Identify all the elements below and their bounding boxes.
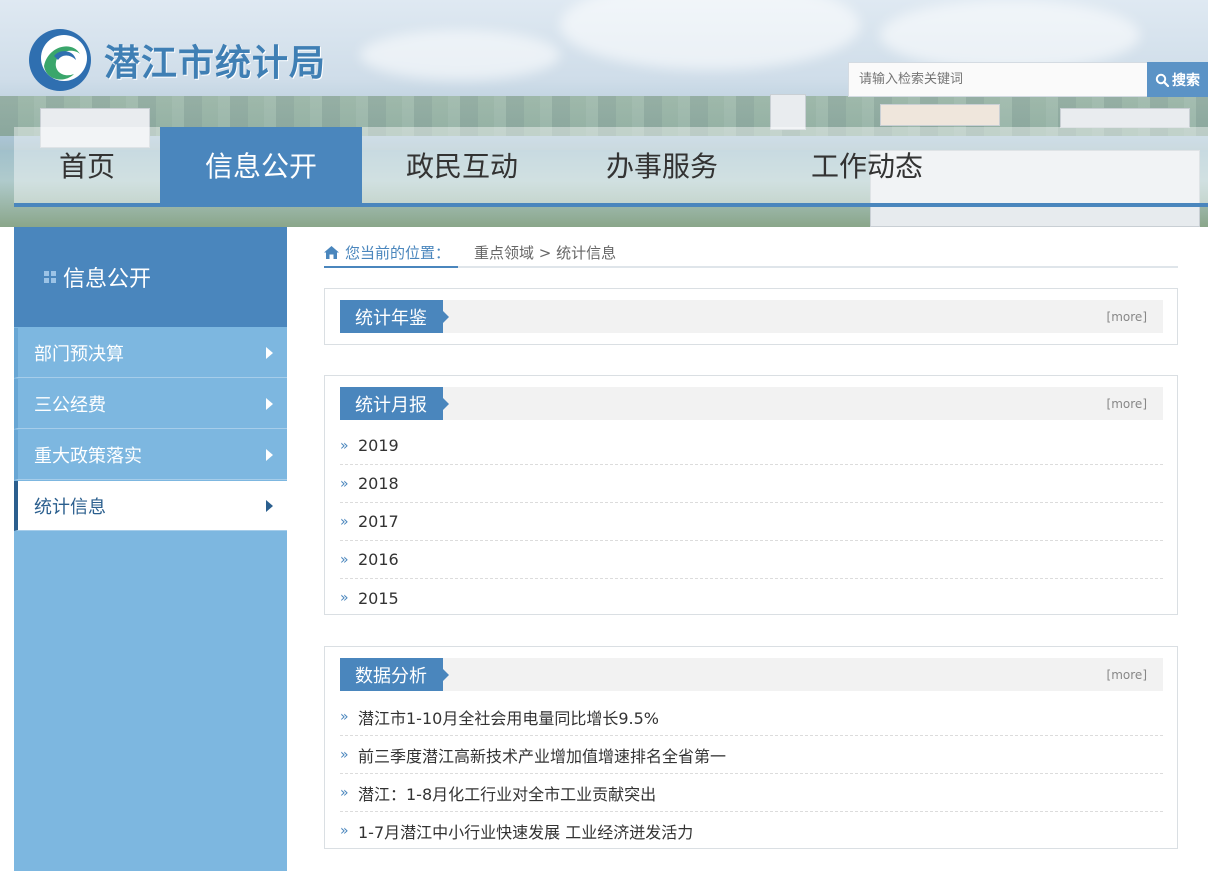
list-item[interactable]: » 潜江：1-8月化工行业对全市工业贡献突出 xyxy=(340,774,1163,812)
sidebar-title: 信息公开 xyxy=(14,227,287,327)
search-icon xyxy=(1155,73,1169,87)
nav-item-home[interactable]: 首页 xyxy=(14,127,160,203)
double-chevron-icon: » xyxy=(340,513,349,530)
sidebar-item-budget[interactable]: 部门预决算 xyxy=(14,328,287,378)
double-chevron-icon: » xyxy=(340,590,349,606)
list-item[interactable]: » 潜江市1-10月全社会用电量同比增长9.5% xyxy=(340,698,1163,736)
nav-divider xyxy=(14,203,1208,207)
double-chevron-icon: » xyxy=(340,708,349,725)
nav-item-news[interactable]: 工作动态 xyxy=(762,127,972,203)
nav-item-info-disclosure[interactable]: 信息公开 xyxy=(160,127,362,203)
chevron-right-icon xyxy=(266,347,273,359)
sidebar-title-label: 信息公开 xyxy=(63,267,152,292)
sidebar-item-label: 重大政策落实 xyxy=(34,445,142,467)
sidebar-item-three-public-funds[interactable]: 三公经费 xyxy=(14,379,287,429)
search-button[interactable]: 搜索 xyxy=(1147,62,1208,97)
panel-monthly-report: 统计月报 [more] » 2019 » 2018 » 2017 » 2016 … xyxy=(324,375,1178,615)
more-link[interactable]: [more] xyxy=(1107,668,1147,682)
double-chevron-icon: » xyxy=(340,823,349,839)
more-link[interactable]: [more] xyxy=(1107,397,1147,411)
list-item[interactable]: » 前三季度潜江高新技术产业增加值增速排名全省第一 xyxy=(340,736,1163,774)
list-item[interactable]: » 2017 xyxy=(340,503,1163,541)
sidebar-item-label: 部门预决算 xyxy=(34,343,124,365)
double-chevron-icon: » xyxy=(340,746,349,763)
panel-data-analysis: 数据分析 [more] » 潜江市1-10月全社会用电量同比增长9.5% » 前… xyxy=(324,646,1178,849)
list-item[interactable]: » 1-7月潜江中小行业快速发展 工业经济迸发活力 xyxy=(340,812,1163,850)
home-icon xyxy=(324,245,339,259)
chevron-right-icon xyxy=(266,398,273,410)
double-chevron-icon: » xyxy=(340,784,349,801)
sidebar-item-label: 统计信息 xyxy=(34,496,106,518)
main-nav: 首页 信息公开 政民互动 办事服务 工作动态 xyxy=(14,127,1208,203)
search-input[interactable] xyxy=(848,62,1148,97)
list-item[interactable]: » 2018 xyxy=(340,465,1163,503)
site-title: 潜江市统计局 xyxy=(104,42,327,84)
chevron-right-icon xyxy=(266,500,273,512)
double-chevron-icon: » xyxy=(340,437,349,454)
nav-item-services[interactable]: 办事服务 xyxy=(562,127,762,203)
list-item[interactable]: » 2015 xyxy=(340,579,1163,617)
breadcrumb-path[interactable]: 重点领域 > 统计信息 xyxy=(474,238,616,266)
double-chevron-icon: » xyxy=(340,551,349,568)
sidebar-item-major-policy[interactable]: 重大政策落实 xyxy=(14,430,287,480)
nav-item-interaction[interactable]: 政民互动 xyxy=(362,127,562,203)
double-chevron-icon: » xyxy=(340,475,349,492)
breadcrumb: 您当前的位置： 重点领域 > 统计信息 xyxy=(324,238,1178,268)
sidebar-item-label: 三公经费 xyxy=(34,394,106,416)
list-item[interactable]: » 2019 xyxy=(340,427,1163,465)
search-button-label: 搜索 xyxy=(1172,72,1200,89)
grid-dots-icon xyxy=(44,271,56,283)
chevron-right-icon xyxy=(266,449,273,461)
panel-title: 统计年鉴 xyxy=(340,300,449,333)
breadcrumb-prefix-label: 您当前的位置： xyxy=(345,243,451,262)
panel-title: 数据分析 xyxy=(340,658,449,691)
sidebar-item-statistics-info[interactable]: 统计信息 xyxy=(14,481,287,531)
panel-yearbook: 统计年鉴 [more] xyxy=(324,288,1178,345)
logo-icon xyxy=(29,29,91,91)
breadcrumb-prefix: 您当前的位置： xyxy=(324,238,459,268)
panel-title: 统计月报 xyxy=(340,387,449,420)
list-item[interactable]: » 2016 xyxy=(340,541,1163,579)
more-link[interactable]: [more] xyxy=(1107,310,1147,324)
